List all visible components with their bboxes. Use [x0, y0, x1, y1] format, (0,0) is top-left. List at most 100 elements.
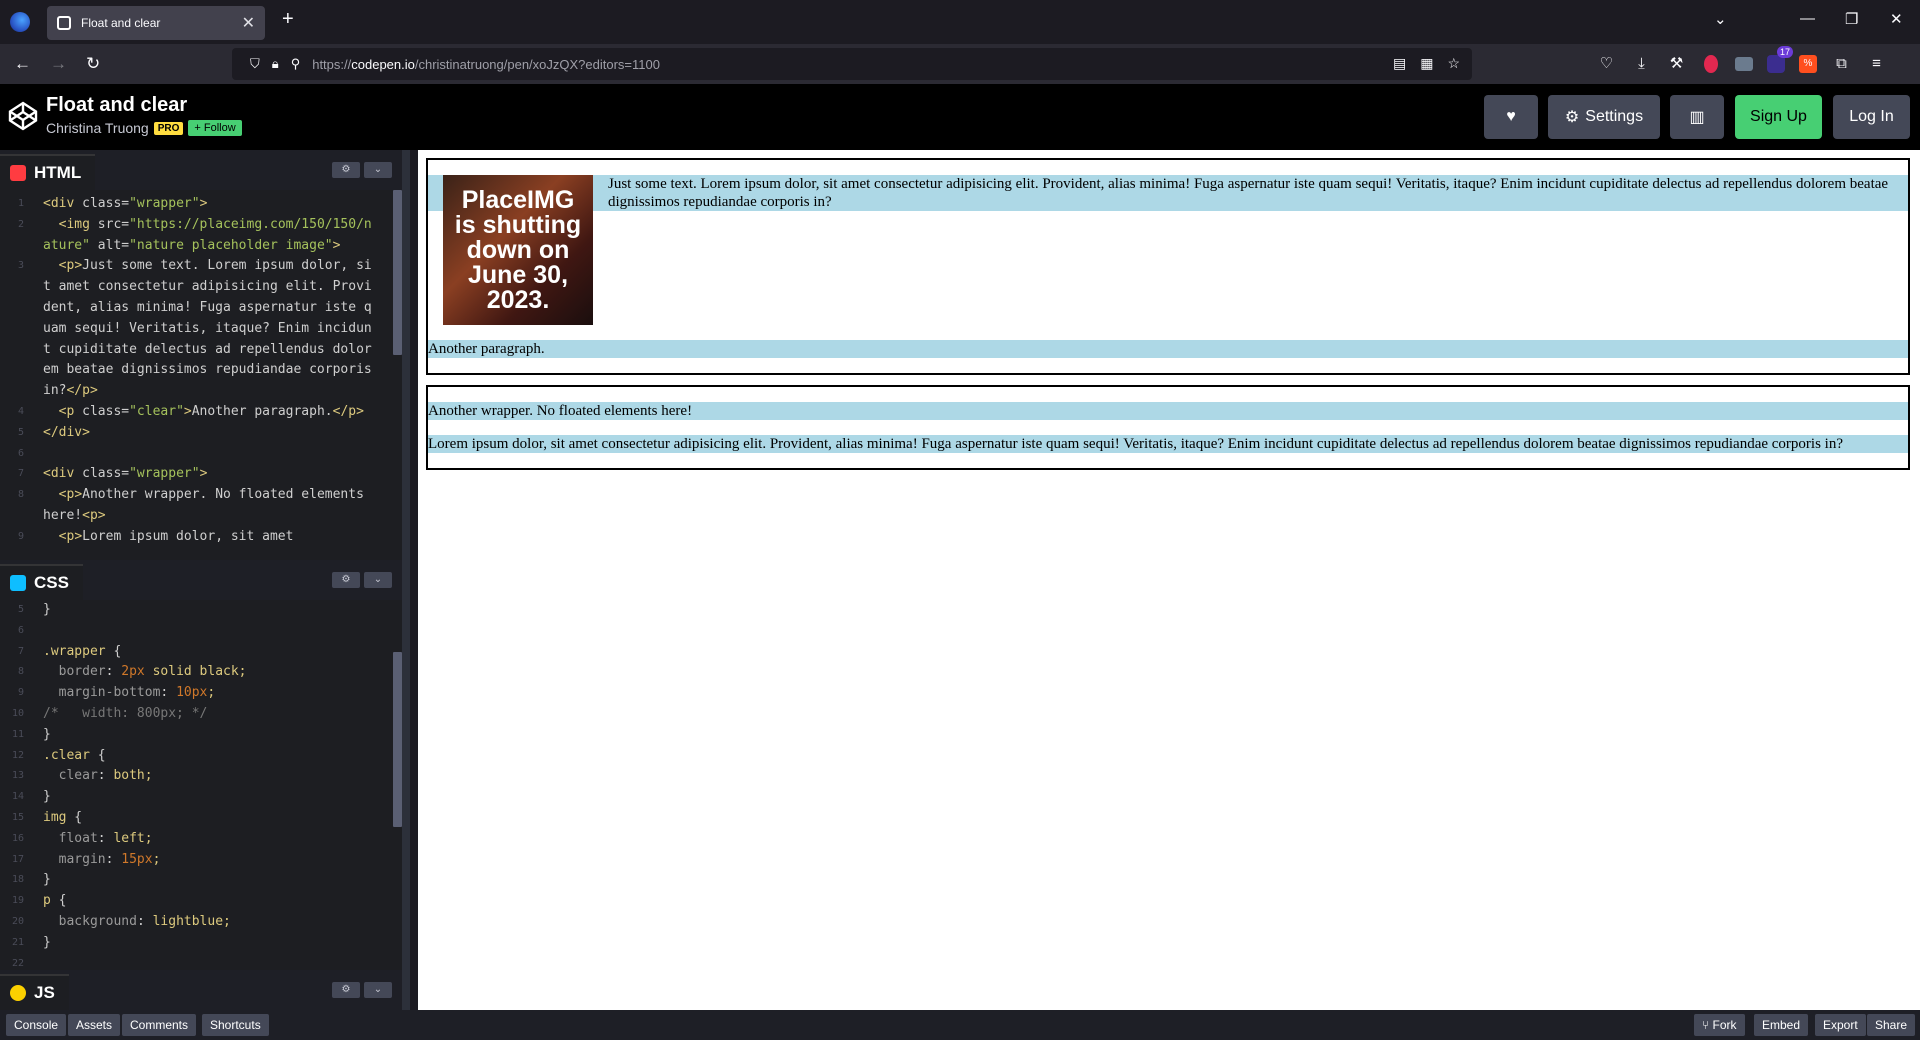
- html-code-editor[interactable]: 1 <div class="wrapper"> 2 <img src="https:…: [0, 190, 402, 560]
- code-line: 8 <p>Another wrapper. No floated element…: [0, 485, 402, 527]
- html-collapse-chevron-icon[interactable]: ⌄: [364, 162, 392, 178]
- preview-paragraph: Lorem ipsum dolor, sit amet consectetur …: [428, 435, 1908, 453]
- html-editor-label: HTML: [34, 163, 82, 182]
- css-editor-tab[interactable]: CSS: [0, 564, 83, 600]
- code-line: 9 margin-bottom: 10px;: [0, 683, 402, 704]
- line-number: 15: [11, 811, 24, 823]
- code-text: <p>Just some text. Lorem ipsum dolor, si…: [43, 258, 380, 399]
- line-number: 12: [11, 749, 24, 761]
- fork-button[interactable]: ⑂ Fork: [1694, 1014, 1745, 1036]
- menu-hamburger-icon[interactable]: ≡: [1866, 53, 1887, 74]
- extension-screen-icon[interactable]: [1735, 56, 1753, 71]
- lock-icon[interactable]: 🔒︎: [272, 56, 279, 72]
- code-text: <img src="https://placeimg.com/150/150/n…: [43, 216, 372, 253]
- follow-button[interactable]: + Follow: [188, 120, 242, 136]
- forward-icon[interactable]: →: [50, 54, 67, 74]
- reader-view-icon[interactable]: ▤: [1393, 55, 1406, 72]
- firefox-icon[interactable]: [10, 12, 30, 32]
- line-number: 7: [17, 645, 24, 657]
- extension-badge-icon[interactable]: 17: [1767, 45, 1793, 73]
- pocket-icon[interactable]: ♡: [1596, 53, 1617, 74]
- comments-button[interactable]: Comments: [122, 1014, 197, 1036]
- embed-button[interactable]: Embed: [1754, 1014, 1809, 1036]
- css-settings-gear-icon[interactable]: ⚙: [332, 572, 360, 588]
- signup-button[interactable]: Sign Up: [1735, 95, 1822, 139]
- bookmark-star-icon[interactable]: ☆: [1447, 55, 1460, 72]
- line-number: 8: [17, 489, 24, 501]
- pen-author-line: Christina Truong PRO + Follow: [46, 120, 242, 136]
- code-text: }: [43, 602, 51, 617]
- login-button[interactable]: Log In: [1833, 95, 1910, 139]
- restore-icon[interactable]: ❐: [1845, 10, 1858, 28]
- qr-code-icon[interactable]: ▦: [1420, 55, 1433, 72]
- code-text: <p>Another wrapper. No floated elements …: [43, 487, 372, 523]
- settings-button[interactable]: ⚙ Settings: [1548, 95, 1660, 139]
- line-number: 10: [11, 707, 24, 719]
- line-number: 22: [11, 957, 24, 969]
- js-editor-label: JS: [34, 983, 55, 1002]
- html-icon: [10, 165, 26, 181]
- extension-red-icon[interactable]: [1704, 54, 1718, 73]
- code-text: }: [43, 726, 51, 742]
- browser-tab[interactable]: Float and clear ✕: [47, 6, 265, 40]
- js-editor-tab[interactable]: JS: [0, 974, 69, 1010]
- tools-icon[interactable]: ⚒: [1666, 53, 1687, 74]
- code-text: margin: 15px;: [58, 851, 161, 867]
- heart-button[interactable]: ♥: [1484, 95, 1538, 139]
- assets-button[interactable]: Assets: [68, 1014, 121, 1036]
- html-editor-tab[interactable]: HTML: [0, 154, 96, 190]
- author-name[interactable]: Christina Truong: [46, 120, 149, 136]
- code-text: /* width: 800px; */: [43, 705, 208, 721]
- js-collapse-chevron-icon[interactable]: ⌄: [364, 982, 392, 998]
- css-editor-header: CSS ⚙ ⌄: [0, 560, 402, 600]
- fork-icon: ⑂: [1702, 1018, 1713, 1032]
- placeholder-image: PlaceIMG is shutting down on June 30, 20…: [443, 175, 593, 325]
- code-line: 20 background: lightblue;: [0, 912, 402, 933]
- url-text[interactable]: https://codepen.io/christinatruong/pen/x…: [312, 57, 660, 72]
- code-line: 15 img {: [0, 808, 402, 829]
- wrapper-2: Another wrapper. No floated elements her…: [426, 385, 1910, 470]
- heart-icon: ♥: [1506, 108, 1516, 125]
- close-tab-icon[interactable]: ✕: [242, 13, 255, 33]
- url-bar[interactable]: ⛉ 🔒︎ ⚲ https://codepen.io/christinatruon…: [232, 48, 1472, 80]
- codepen-favicon-icon: [57, 16, 71, 30]
- downloads-icon[interactable]: ⤓: [1631, 53, 1652, 74]
- css-code-editor[interactable]: 5} 6 7 .wrapper {8 border: 2px solid black…: [0, 600, 402, 970]
- code-line: 13 clear: both;: [0, 766, 402, 787]
- html-settings-gear-icon[interactable]: ⚙: [332, 162, 360, 178]
- reload-icon[interactable]: ↻: [86, 54, 100, 74]
- layout-button[interactable]: ▥: [1670, 95, 1724, 139]
- shield-icon[interactable]: ⛉: [250, 56, 260, 72]
- code-text: <div class="wrapper">: [43, 196, 208, 211]
- minimize-icon[interactable]: —: [1800, 10, 1815, 27]
- code-text: border: 2px solid black;: [58, 664, 247, 680]
- notification-badge: 17: [1776, 45, 1793, 58]
- console-button[interactable]: Console: [6, 1014, 67, 1036]
- close-window-icon[interactable]: ✕: [1890, 10, 1903, 28]
- code-line: 6: [0, 621, 402, 642]
- code-text: background: lightblue;: [58, 913, 231, 929]
- line-number: 5: [17, 604, 24, 615]
- new-tab-icon[interactable]: +: [282, 8, 294, 31]
- code-text: </div>: [43, 424, 90, 440]
- line-number: 5: [17, 426, 24, 438]
- js-editor-header: JS ⚙ ⌄: [0, 970, 402, 1010]
- export-button[interactable]: Export: [1815, 1014, 1866, 1036]
- extensions-puzzle-icon[interactable]: ⧉: [1831, 53, 1852, 74]
- pro-badge[interactable]: PRO: [153, 121, 184, 135]
- extension-orange-icon[interactable]: %: [1799, 54, 1817, 73]
- codepen-logo-icon[interactable]: [8, 101, 38, 131]
- js-settings-gear-icon[interactable]: ⚙: [332, 982, 360, 998]
- line-number: 1: [17, 198, 24, 209]
- share-button[interactable]: Share: [1867, 1014, 1916, 1036]
- list-tabs-icon[interactable]: ⌄: [1714, 10, 1727, 28]
- code-text: <p>Lorem ipsum dolor, sit amet: [58, 528, 294, 544]
- back-icon[interactable]: ←: [14, 54, 31, 74]
- css-collapse-chevron-icon[interactable]: ⌄: [364, 572, 392, 588]
- permissions-icon[interactable]: ⚲: [291, 56, 301, 72]
- shortcuts-button[interactable]: Shortcuts: [202, 1014, 269, 1036]
- line-number: 13: [11, 770, 24, 782]
- line-number: 11: [11, 728, 24, 740]
